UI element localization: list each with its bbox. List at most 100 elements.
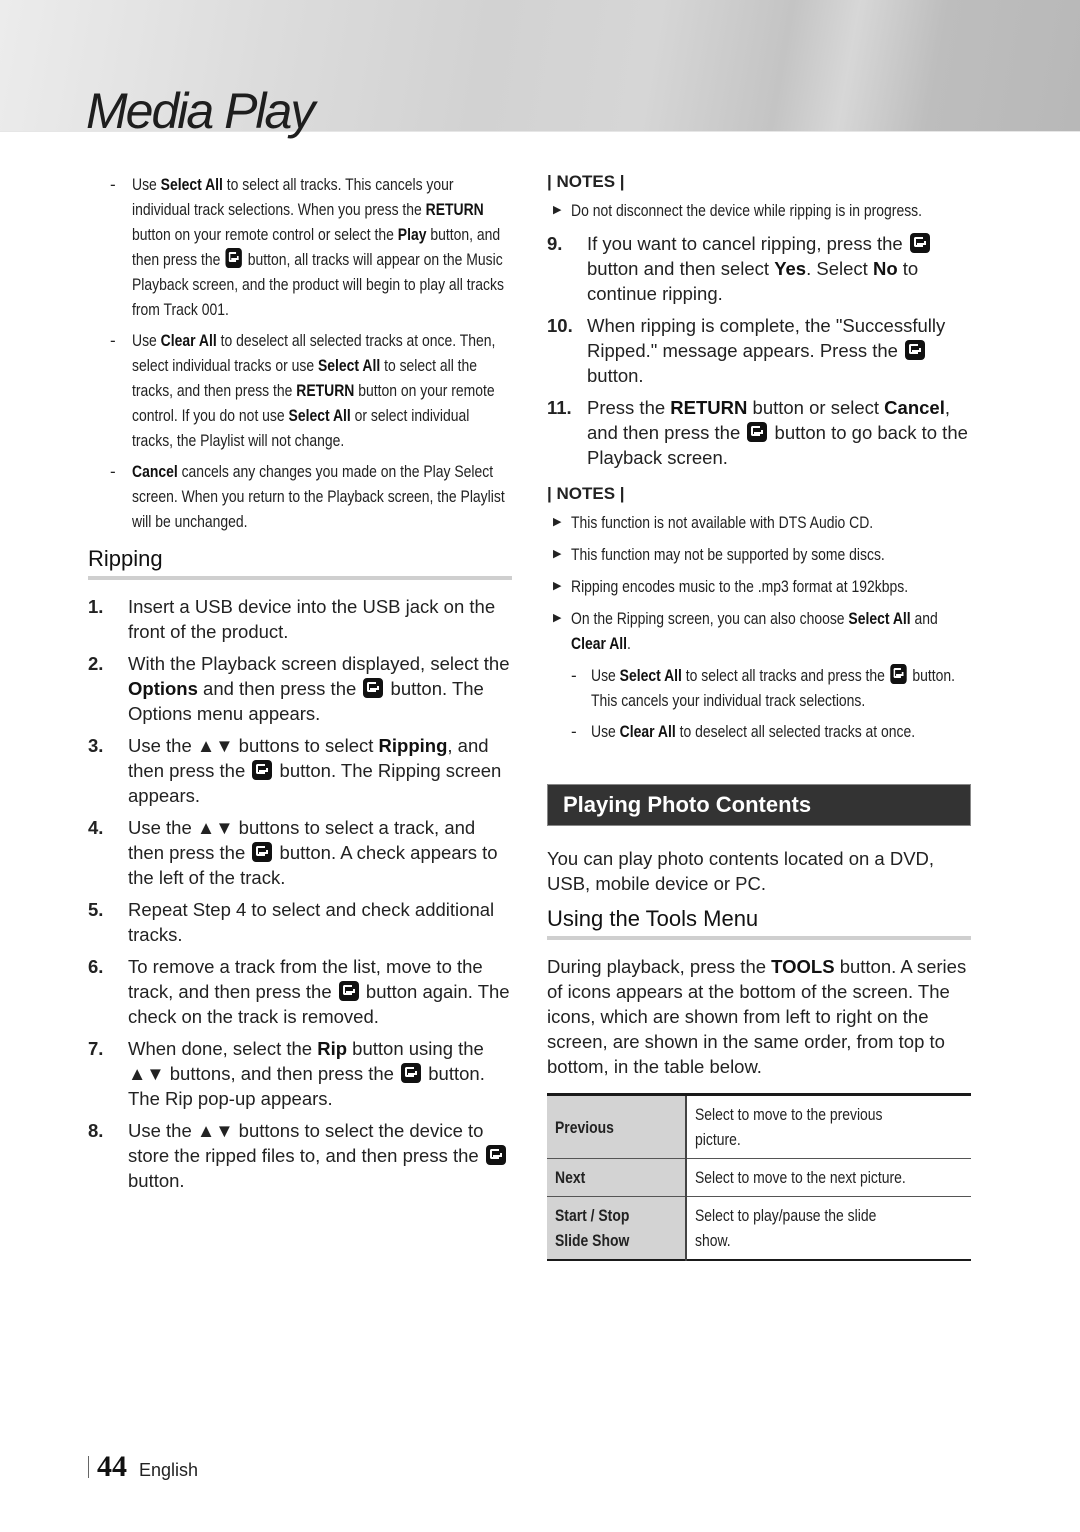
- step-text: When ripping is complete, the "Successfu…: [587, 315, 945, 386]
- step-number: 4.: [88, 817, 104, 838]
- text-run: Use: [591, 722, 620, 741]
- step-number: 7.: [88, 1038, 104, 1059]
- dash-bullet: -: [571, 666, 577, 685]
- text-run: cancels any changes you made on the Play…: [132, 462, 505, 531]
- step-item: 5. Repeat Step 4 to select and check addi…: [88, 897, 512, 947]
- tools-intro: During playback, press the TOOLS button.…: [547, 954, 971, 1079]
- step-text: When done, select the Rip button using t…: [128, 1038, 485, 1109]
- page-number: 44: [97, 1450, 127, 1483]
- section-title-ripping: Ripping: [88, 546, 512, 580]
- triangle-bullet-icon: ▶: [553, 612, 562, 624]
- emphasis-text: Cancel: [132, 462, 178, 481]
- text-run: When done, select the: [128, 1038, 318, 1059]
- step-number: 6.: [88, 956, 104, 977]
- table-key-text: Next: [555, 1168, 586, 1187]
- text-run: Use the ▲▼ buttons to select: [128, 735, 379, 756]
- step-item: 1. Insert a USB device into the USB jack …: [88, 594, 512, 644]
- list-item-text: Use Select All to select all tracks. Thi…: [132, 172, 512, 322]
- text-run: and then press the: [197, 678, 362, 699]
- enter-button-icon: [909, 233, 930, 253]
- text-run: Repeat Step 4 to select and check additi…: [128, 899, 495, 945]
- table-value-text: Select to move to the previous picture.: [695, 1105, 883, 1149]
- table-row: Previous Select to move to the previous p…: [547, 1094, 971, 1159]
- table-value-cell: Select to play/pause the slide show.: [686, 1196, 971, 1260]
- table-row: Start / Stop Slide Show Select to play/pau…: [547, 1196, 971, 1260]
- dash-bullet: -: [571, 722, 577, 741]
- list-item-text: Use Clear All to deselect all selected t…: [591, 719, 971, 744]
- text-run: Insert a USB device into the USB jack on…: [128, 596, 496, 642]
- enter-button-icon: [252, 842, 273, 862]
- text-run: This function is not available with DTS …: [571, 513, 874, 532]
- emphasis-text: RETURN: [670, 397, 748, 418]
- text-run: Do not disconnect the device while rippi…: [571, 201, 923, 220]
- notes-list: ▶ This function is not available with DTS…: [547, 510, 971, 656]
- table-key-cell: Previous: [547, 1094, 687, 1159]
- enter-button-icon: [485, 1145, 506, 1165]
- section-banner-playing-photo-contents: Playing Photo Contents: [547, 784, 971, 826]
- note-item: ▶ Do not disconnect the device while ripp…: [547, 198, 971, 223]
- list-item: - Cancel cancels any changes you made on …: [88, 459, 512, 534]
- emphasis-text: Rip: [317, 1038, 348, 1059]
- list-item: - Use Clear All to deselect all selected …: [88, 328, 512, 453]
- note-text: This function is not available with DTS …: [571, 510, 971, 535]
- footer-divider: [88, 1456, 89, 1478]
- enter-button-icon: [905, 340, 926, 360]
- emphasis-text: Select All: [160, 175, 223, 194]
- enter-button-icon: [747, 422, 768, 442]
- note-item: ▶ On the Ripping screen, you can also cho…: [547, 606, 971, 656]
- table-key-cell: Start / Stop Slide Show: [547, 1196, 687, 1260]
- table-value-text: Select to move to the next picture.: [695, 1168, 906, 1187]
- dash-bullet: -: [110, 462, 116, 481]
- emphasis-text: RETURN: [296, 381, 355, 400]
- text-run: button.: [128, 1170, 185, 1191]
- photo-intro: You can play photo contents located on a…: [547, 848, 935, 894]
- step-number: 3.: [88, 735, 104, 756]
- list-item: - Use Clear All to deselect all selected …: [547, 719, 971, 744]
- step-text: Repeat Step 4 to select and check additi…: [128, 899, 494, 945]
- emphasis-text: Yes: [774, 258, 807, 279]
- note-text: Ripping encodes music to the .mp3 format…: [571, 574, 971, 599]
- select-options-list: - Use Select All to select all tracks. Th…: [88, 172, 512, 534]
- text-run: If you want to cancel ripping, press the: [587, 233, 908, 254]
- step-item: 7. When done, select the Rip button using…: [88, 1036, 512, 1111]
- table-key-text: Previous: [555, 1117, 614, 1137]
- notes-label: | NOTES |: [547, 484, 625, 503]
- triangle-bullet-icon: ▶: [553, 204, 562, 216]
- enter-button-icon: [401, 1063, 422, 1083]
- text-run: Use: [132, 331, 161, 350]
- text-run: .: [627, 634, 631, 653]
- ripping-steps-continued: 9. If you want to cancel ripping, press t…: [547, 231, 971, 470]
- step-item: 2. With the Playback screen displayed, se…: [88, 651, 512, 726]
- step-number: 5.: [88, 899, 104, 920]
- step-number: 10.: [547, 315, 573, 336]
- page-footer: 44 English: [88, 1450, 198, 1484]
- step-number: 8.: [88, 1120, 104, 1141]
- step-text: Insert a USB device into the USB jack on…: [128, 596, 495, 642]
- tools-table: Previous Select to move to the previous p…: [547, 1093, 971, 1261]
- table-value-cell: Select to move to the next picture.: [686, 1158, 971, 1197]
- table-value-cell: Select to move to the previous picture.: [686, 1094, 971, 1159]
- text-run: This function may not be supported by so…: [571, 545, 885, 564]
- text-run: button.: [587, 365, 644, 386]
- step-item: 3. Use the ▲▼ buttons to select Ripping, …: [88, 733, 512, 808]
- emphasis-text: Options: [128, 678, 198, 699]
- table-key-text: Slide Show: [555, 1231, 630, 1250]
- step-number: 2.: [88, 653, 104, 674]
- text-run: . Select: [806, 258, 873, 279]
- emphasis-text: Select All: [288, 406, 351, 425]
- emphasis-text: Select All: [317, 356, 381, 375]
- list-item: - Use Select All to select all tracks. Th…: [88, 172, 512, 322]
- emphasis-text: Clear All: [571, 634, 628, 653]
- note-text: Do not disconnect the device while rippi…: [571, 198, 971, 223]
- right-column: | NOTES | ▶ Do not disconnect the device …: [547, 172, 971, 1261]
- table-row: Next Select to move to the next picture.: [547, 1158, 971, 1197]
- step-item: 4. Use the ▲▼ buttons to select a track, …: [88, 815, 512, 890]
- emphasis-text: Play: [397, 225, 427, 244]
- ripping-steps: 1. Insert a USB device into the USB jack …: [88, 594, 512, 1193]
- enter-button-icon: [225, 248, 243, 268]
- emphasis-text: No: [872, 258, 898, 279]
- table-key-text: Start / Stop: [555, 1206, 630, 1225]
- step-text: Use the ▲▼ buttons to select the device …: [128, 1120, 508, 1191]
- table-key-cell: Next: [547, 1158, 687, 1197]
- text-run: and: [910, 609, 938, 628]
